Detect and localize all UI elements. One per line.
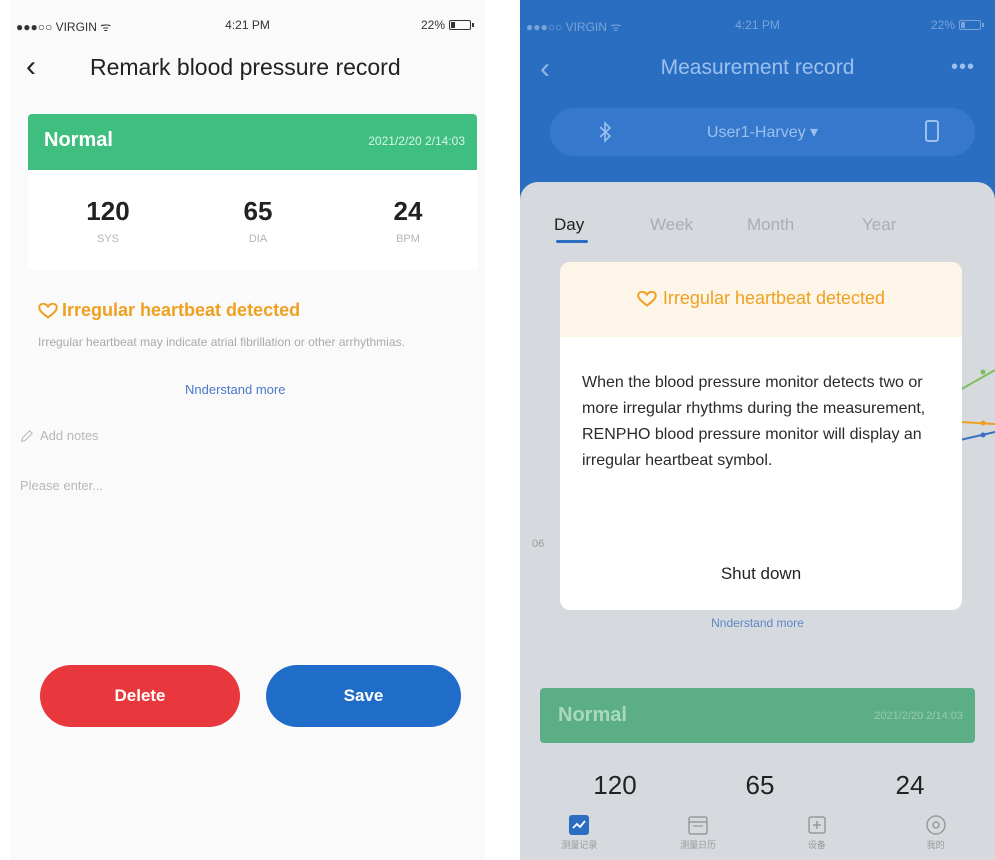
tab-records[interactable]: 测量记录 [520, 810, 639, 860]
status-banner[interactable]: Normal 2021/2/20 2/14:03 [540, 688, 975, 743]
delete-button[interactable]: Delete [40, 665, 240, 727]
tab-calendar[interactable]: 测量日历 [639, 810, 758, 860]
nav-bar: ‹ Remark blood pressure record [10, 48, 485, 88]
chart-tick-label: 06 [532, 538, 545, 550]
dialog-title-text: Irregular heartbeat detected [662, 288, 886, 308]
understand-more-link[interactable]: Nnderstand more [520, 616, 995, 630]
clock: 4:21 PM [225, 18, 270, 32]
tab-label: 测量日历 [680, 840, 717, 850]
sys-value: 120 [593, 770, 637, 800]
tab-device[interactable]: 设备 [758, 810, 877, 860]
add-notes-label: Add notes [40, 428, 99, 443]
dia-value: 65 [243, 196, 273, 226]
period-tabs: Day Week Month Year [532, 215, 995, 245]
chart-icon [569, 815, 590, 835]
dialog-header: Irregular heartbeat detected [560, 262, 962, 337]
metrics-panel: 120 SYS 65 DIA 24 BPM [28, 170, 477, 270]
battery-icon [959, 20, 984, 30]
warning-title: Irregular heartbeat detected [62, 300, 301, 320]
user-name: User1-Harvey ▾ [706, 124, 819, 141]
remark-screen: ●●●○○ VIRGIN ᯤ 4:21 PM 22% ‹ Remark bloo… [10, 0, 485, 860]
metrics-row: 120 65 24 [520, 770, 995, 804]
measurement-record-screen: ●●●○○ VIRGIN ᯤ 4:21 PM 22% ‹ Measurement… [520, 0, 995, 860]
add-notes-row: Add notes [20, 428, 99, 443]
user-selector[interactable]: User1-Harvey ▾ [550, 108, 975, 156]
tab-month[interactable]: Month [747, 215, 794, 235]
save-button[interactable]: Save [266, 665, 461, 727]
understand-more-link[interactable]: Nnderstand more [185, 382, 285, 397]
tab-label: 我的 [926, 840, 945, 850]
bottom-tab-bar: 测量记录 测量日历 设备 我的 [520, 810, 995, 860]
irregular-warning: Irregular heartbeat detected [38, 300, 300, 321]
clock: 4:21 PM [735, 18, 780, 32]
tab-label: 设备 [807, 840, 826, 850]
dia-metric: 65 DIA [198, 196, 318, 245]
battery-percent: 22% [930, 18, 955, 32]
sys-label: SYS [96, 233, 119, 245]
status-label: Normal [558, 704, 627, 726]
back-icon[interactable]: ‹ [26, 52, 36, 82]
dia-label: DIA [248, 233, 268, 245]
dia-value: 65 [745, 770, 775, 800]
status-label: Normal [44, 129, 113, 151]
tab-label: 测量记录 [561, 840, 598, 850]
bpm-metric: 24 BPM [348, 196, 468, 245]
heart-icon [637, 290, 657, 307]
battery-indicator: 22% [420, 18, 474, 32]
tab-week[interactable]: Week [650, 215, 693, 235]
dialog-title: Irregular heartbeat detected [560, 288, 962, 309]
heart-icon [38, 302, 58, 319]
record-date: 2021/2/20 2/14:03 [874, 710, 963, 722]
profile-icon [925, 815, 946, 835]
dialog-body: When the blood pressure monitor detects … [582, 374, 926, 469]
battery-icon [449, 20, 474, 30]
sys-metric: 120 SYS [48, 196, 168, 245]
sys-value: 120 [86, 196, 130, 226]
bpm-label: BPM [396, 233, 420, 245]
status-bar: ●●●○○ VIRGIN ᯤ 4:21 PM 22% [520, 18, 995, 38]
record-date: 2021/2/20 2/14:03 [368, 134, 465, 148]
notes-input[interactable] [20, 478, 470, 598]
battery-indicator: 22% [930, 18, 984, 32]
tab-year[interactable]: Year [862, 215, 896, 235]
shut-down-button[interactable]: Shut down [560, 564, 962, 584]
irregular-heartbeat-dialog: Irregular heartbeat detected When the bl… [560, 262, 962, 610]
battery-percent: 22% [420, 18, 445, 32]
calendar-icon [688, 816, 708, 835]
status-bar: ●●●○○ VIRGIN ᯤ 4:21 PM 22% [10, 18, 485, 38]
tab-day[interactable]: Day [554, 215, 589, 243]
device-plus-icon [808, 816, 826, 834]
bpm-value: 24 [895, 770, 925, 800]
pencil-icon [20, 429, 34, 442]
device-icon[interactable] [925, 120, 939, 142]
bpm-value: 24 [393, 196, 423, 226]
more-menu-icon[interactable]: ••• [951, 56, 975, 79]
tab-profile[interactable]: 我的 [876, 810, 995, 860]
status-banner: Normal 2021/2/20 2/14:03 [28, 114, 477, 170]
page-title: Measurement record [660, 56, 855, 79]
warning-description: Irregular heartbeat may indicate atrial … [38, 335, 405, 349]
page-title: Remark blood pressure record [90, 54, 401, 80]
